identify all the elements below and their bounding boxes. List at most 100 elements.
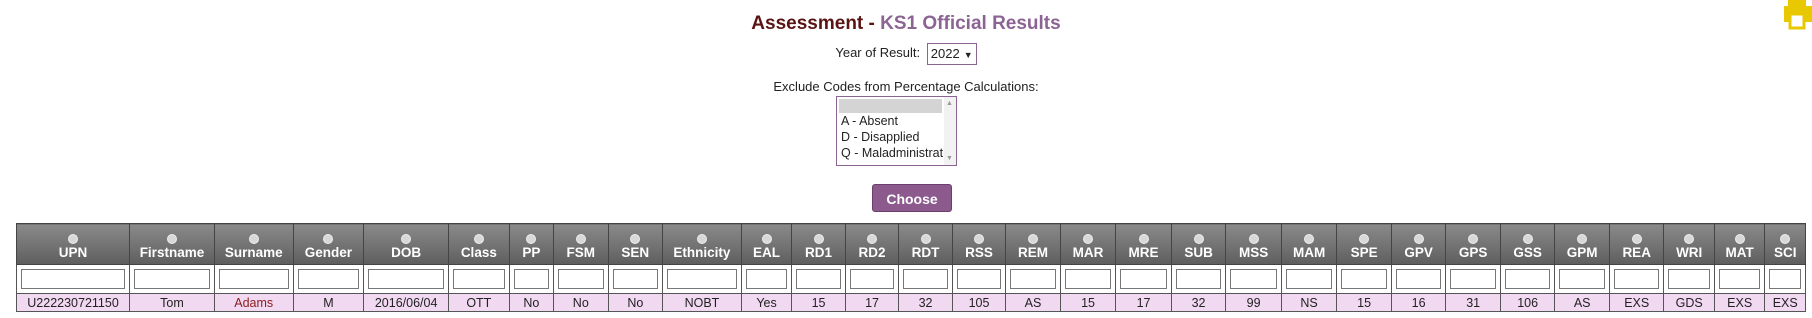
column-header-gender[interactable]: Gender xyxy=(292,223,365,265)
column-header-mat[interactable]: MAT xyxy=(1713,223,1766,265)
column-header-mre[interactable]: MRE xyxy=(1115,223,1172,265)
filter-input-mre[interactable] xyxy=(1120,269,1167,289)
filter-input-rdt[interactable] xyxy=(903,269,948,289)
column-header-pp[interactable]: PP xyxy=(508,223,555,265)
filter-input-gpv[interactable] xyxy=(1395,269,1442,289)
column-header-spe[interactable]: SPE xyxy=(1336,223,1392,265)
filter-input-gender[interactable] xyxy=(297,269,360,289)
printer-icon[interactable] xyxy=(1782,0,1812,30)
sort-icon[interactable] xyxy=(1684,234,1695,244)
filter-input-dob[interactable] xyxy=(368,269,445,289)
exclude-option-absent[interactable]: A - Absent xyxy=(837,113,956,129)
table-row[interactable]: U222230721150 Tom Adams M 2016/06/04 OTT No No N… xyxy=(15,293,1806,312)
column-header-mam[interactable]: MAM xyxy=(1280,223,1338,265)
column-header-rd1[interactable]: RD1 xyxy=(791,223,846,265)
filter-input-surname[interactable] xyxy=(218,269,289,289)
column-header-surname[interactable]: Surname xyxy=(213,223,294,265)
sort-icon[interactable] xyxy=(813,234,824,244)
listbox-scrollbar[interactable]: ▲ ▼ xyxy=(944,97,956,165)
filter-input-class[interactable] xyxy=(453,269,505,289)
sort-icon[interactable] xyxy=(630,234,641,244)
column-header-rem[interactable]: REM xyxy=(1005,223,1061,265)
filter-input-fsm[interactable] xyxy=(558,269,604,289)
sort-icon[interactable] xyxy=(68,234,79,244)
sort-icon[interactable] xyxy=(1468,234,1479,244)
filter-input-upn[interactable] xyxy=(21,269,126,289)
sort-icon[interactable] xyxy=(696,234,707,244)
sort-icon[interactable] xyxy=(867,234,878,244)
sort-icon[interactable] xyxy=(473,234,484,244)
column-header-eal[interactable]: EAL xyxy=(740,223,793,265)
filter-input-mam[interactable] xyxy=(1285,269,1333,289)
sort-icon[interactable] xyxy=(1631,234,1642,244)
column-header-sen[interactable]: SEN xyxy=(607,223,664,265)
exclude-option-maladministration[interactable]: Q - Maladministration xyxy=(837,145,956,161)
column-header-rss[interactable]: RSS xyxy=(951,223,1007,265)
choose-button[interactable]: Choose xyxy=(872,184,952,212)
column-header-dob[interactable]: DOB xyxy=(363,223,450,265)
sort-icon[interactable] xyxy=(1083,234,1094,244)
column-header-fsm[interactable]: FSM xyxy=(553,223,609,265)
sort-icon[interactable] xyxy=(1780,234,1791,244)
column-header-wri[interactable]: WRI xyxy=(1663,223,1715,265)
filter-input-sub[interactable] xyxy=(1175,269,1222,289)
sort-icon[interactable] xyxy=(1304,234,1315,244)
sort-icon[interactable] xyxy=(761,234,772,244)
filter-input-mar[interactable] xyxy=(1064,269,1112,289)
column-header-firstname[interactable]: Firstname xyxy=(129,223,215,265)
filter-input-firstname[interactable] xyxy=(134,269,210,289)
column-header-rdt[interactable]: RDT xyxy=(898,223,953,265)
filter-input-eal[interactable] xyxy=(745,269,788,289)
sort-icon[interactable] xyxy=(575,234,586,244)
sort-icon[interactable] xyxy=(166,234,177,244)
exclude-codes-listbox[interactable]: A - Absent D - Disapplied Q - Maladminis… xyxy=(836,96,957,166)
sort-icon[interactable] xyxy=(526,234,537,244)
sort-icon[interactable] xyxy=(248,234,259,244)
filter-input-gps[interactable] xyxy=(1450,269,1496,289)
column-header-gpv[interactable]: GPV xyxy=(1390,223,1447,265)
sort-icon[interactable] xyxy=(1734,234,1745,244)
filter-input-rss[interactable] xyxy=(956,269,1002,289)
filter-input-mat[interactable] xyxy=(1718,269,1761,289)
filter-input-rem[interactable] xyxy=(1010,269,1056,289)
column-header-mss[interactable]: MSS xyxy=(1225,223,1282,265)
column-header-sci[interactable]: SCI xyxy=(1764,223,1806,265)
filter-input-rd1[interactable] xyxy=(796,269,841,289)
column-header-upn[interactable]: UPN xyxy=(15,223,131,265)
scroll-down-icon[interactable]: ▼ xyxy=(946,155,953,162)
sort-icon[interactable] xyxy=(401,234,412,244)
filter-input-spe[interactable] xyxy=(1341,269,1387,289)
sort-icon[interactable] xyxy=(974,234,985,244)
column-header-ethnicity[interactable]: Ethnicity xyxy=(662,223,742,265)
sort-icon[interactable] xyxy=(1138,234,1149,244)
column-header-rea[interactable]: REA xyxy=(1608,223,1665,265)
filter-input-rea[interactable] xyxy=(1613,269,1660,289)
filter-input-mss[interactable] xyxy=(1230,269,1277,289)
filter-input-gpm[interactable] xyxy=(1559,269,1605,289)
filter-input-ethnicity[interactable] xyxy=(667,269,737,289)
sort-icon[interactable] xyxy=(1028,234,1039,244)
column-header-sub[interactable]: SUB xyxy=(1170,223,1227,265)
filter-input-wri[interactable] xyxy=(1668,269,1710,289)
sort-icon[interactable] xyxy=(1577,234,1588,244)
sort-icon[interactable] xyxy=(1522,234,1533,244)
column-header-gpm[interactable]: GPM xyxy=(1554,223,1610,265)
exclude-option-blank[interactable] xyxy=(839,99,942,113)
column-header-gps[interactable]: GPS xyxy=(1445,223,1501,265)
filter-input-sen[interactable] xyxy=(612,269,659,289)
filter-input-gss[interactable] xyxy=(1504,269,1551,289)
column-header-mar[interactable]: MAR xyxy=(1059,223,1117,265)
sort-icon[interactable] xyxy=(323,234,334,244)
sort-icon[interactable] xyxy=(1193,234,1204,244)
sort-icon[interactable] xyxy=(1413,234,1424,244)
column-header-class[interactable]: Class xyxy=(448,223,510,265)
exclude-option-disapplied[interactable]: D - Disapplied xyxy=(837,129,956,145)
column-header-gss[interactable]: GSS xyxy=(1499,223,1556,265)
sort-icon[interactable] xyxy=(1359,234,1370,244)
column-header-rd2[interactable]: RD2 xyxy=(844,223,900,265)
filter-input-sci[interactable] xyxy=(1769,269,1801,289)
sort-icon[interactable] xyxy=(1248,234,1259,244)
sort-icon[interactable] xyxy=(920,234,931,244)
scroll-up-icon[interactable]: ▲ xyxy=(946,100,953,107)
filter-input-pp[interactable] xyxy=(513,269,550,289)
